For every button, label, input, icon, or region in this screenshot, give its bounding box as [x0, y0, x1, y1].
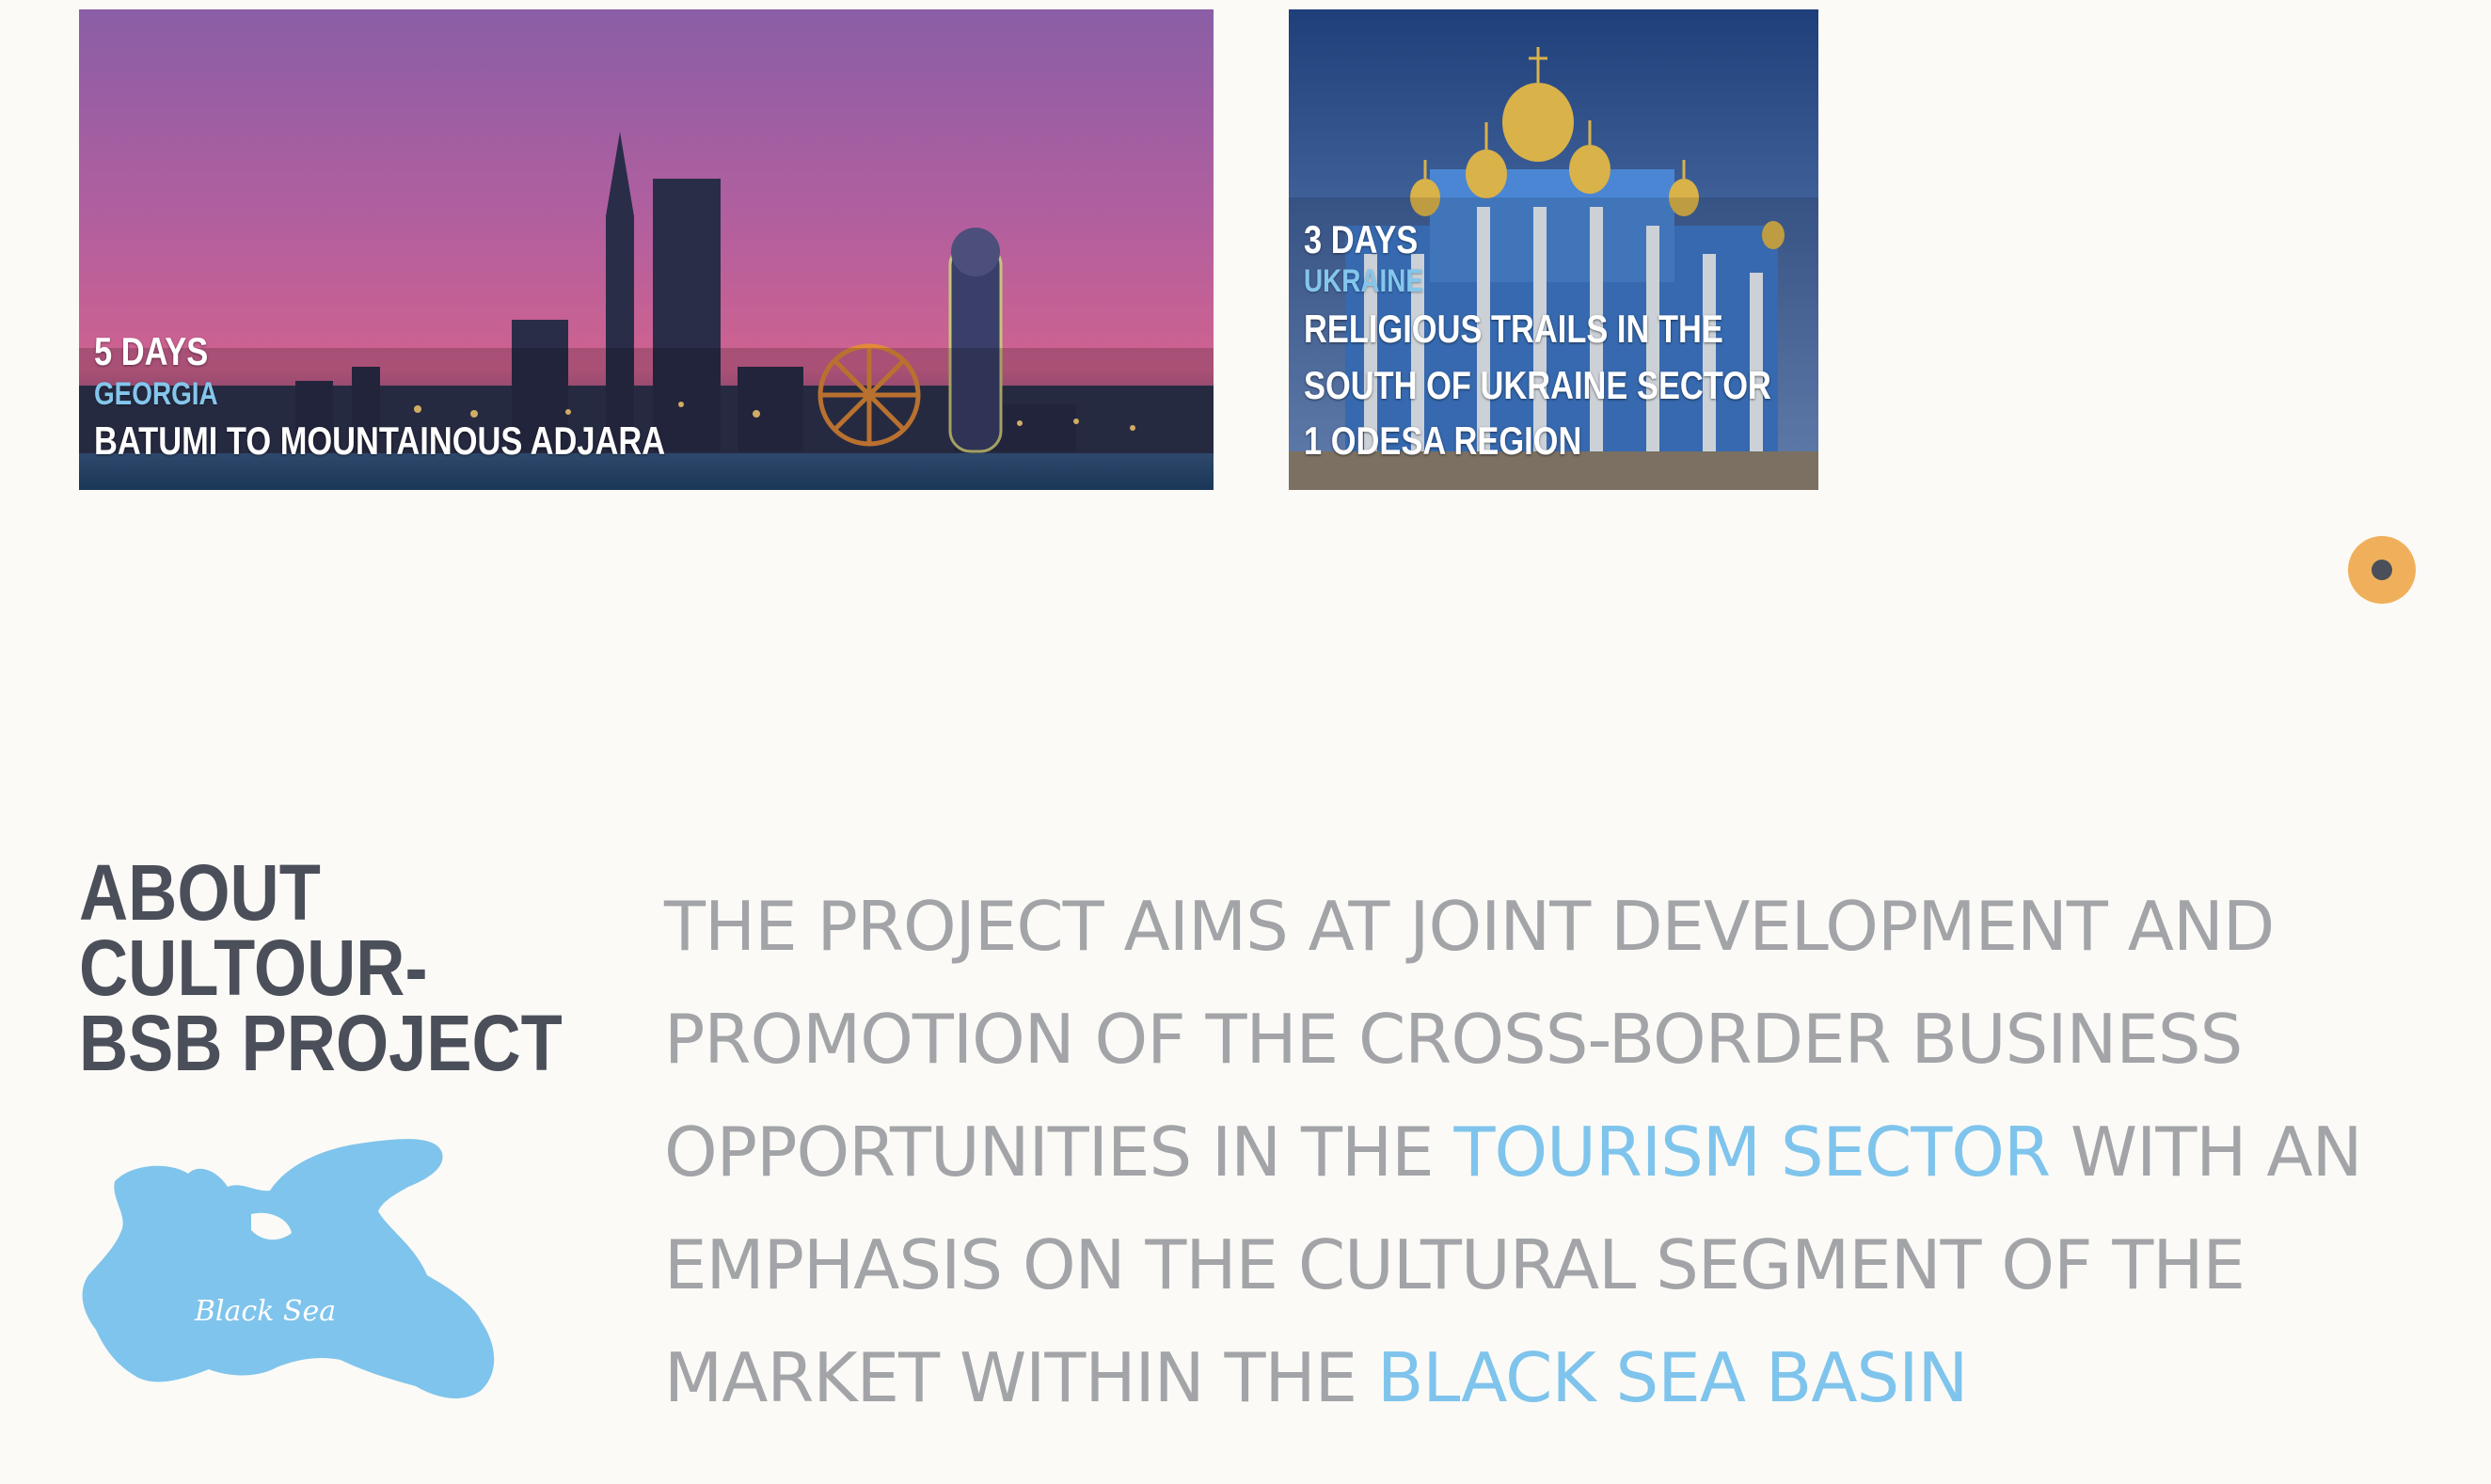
tour-duration: 3 DAYS: [1304, 217, 1419, 262]
scroll-top-button[interactable]: [2348, 536, 2416, 604]
tour-country[interactable]: GEORGIA: [94, 375, 1000, 414]
project-statement: THE PROJECT AIMS AT JOINT DEVELOPMENT AN…: [664, 870, 2451, 1434]
tour-card-batumi[interactable]: 5 DAYS GEORGIA BATUMI TO MOUNTAINOUS ADJ…: [79, 9, 1214, 490]
black-sea-map: Black Sea: [82, 1139, 495, 1398]
tour-caption: 5 DAYS GEORGIA BATUMI TO MOUNTAINOUS ADJ…: [94, 329, 1000, 469]
black-sea-basin-link[interactable]: BLACK SEA BASIN: [1377, 1338, 1968, 1417]
tour-card-ukraine[interactable]: 3 DAYS UKRAINE RELIGIOUS TRAILS IN THE S…: [1289, 9, 1818, 490]
about-heading: ABOUT CULTOUR-BSB PROJECT: [79, 848, 563, 1087]
tour-title[interactable]: BATUMI TO MOUNTAINOUS ADJARA: [94, 413, 1000, 469]
tour-caption: 3 DAYS UKRAINE RELIGIOUS TRAILS IN THE S…: [1304, 217, 1771, 469]
tour-country[interactable]: UKRAINE: [1304, 262, 1713, 301]
circle-dot-icon: [2372, 560, 2392, 580]
tourism-sector-link[interactable]: TOURISM SECTOR: [1454, 1113, 2051, 1192]
tour-title[interactable]: RELIGIOUS TRAILS IN THE SOUTH OF UKRAINE…: [1304, 301, 1782, 469]
map-label: Black Sea: [194, 1295, 336, 1328]
tour-duration: 5 DAYS: [94, 329, 209, 374]
